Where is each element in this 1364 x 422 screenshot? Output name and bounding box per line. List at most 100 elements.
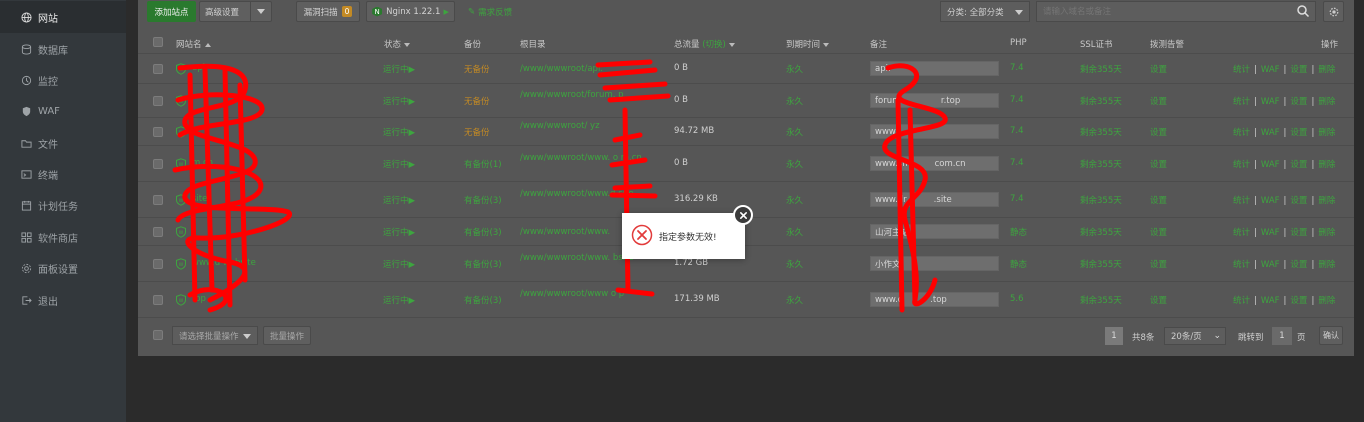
status-toggle[interactable]: 运行中▶ [383, 158, 415, 170]
shield-icon[interactable]: W [175, 126, 187, 138]
site-name-link[interactable]: site [192, 194, 207, 204]
site-name-link[interactable]: api. [192, 63, 208, 73]
expire-link[interactable]: 永久 [786, 126, 803, 138]
backup-link[interactable]: 无备份 [464, 95, 490, 107]
shield-icon[interactable]: W [175, 158, 187, 170]
sidebar-item-cron[interactable]: 计划任务 [0, 189, 126, 221]
search-input[interactable] [1036, 1, 1316, 22]
waf-link[interactable]: WAF [1261, 97, 1280, 107]
php-version-link[interactable]: 静态 [1010, 226, 1027, 238]
sidebar-item-terminal[interactable]: 终端 [0, 158, 126, 190]
delete-link[interactable]: 删除 [1318, 128, 1335, 138]
backup-link[interactable]: 无备份 [464, 126, 490, 138]
note-input[interactable] [870, 192, 999, 207]
traffic-switch-link[interactable]: (切换) [702, 40, 726, 50]
note-input[interactable] [870, 156, 999, 171]
backup-link[interactable]: 有备份(3) [464, 294, 502, 306]
waf-link[interactable]: WAF [1261, 228, 1280, 238]
nginx-button[interactable]: N Nginx 1.22.1 ▶ [366, 1, 455, 22]
page-current[interactable]: 1 [1105, 327, 1123, 345]
backup-link[interactable]: 有备份(3) [464, 194, 502, 206]
expire-link[interactable]: 永久 [786, 194, 803, 206]
alert-settings-link[interactable]: 设置 [1150, 63, 1167, 75]
row-checkbox[interactable] [153, 64, 163, 74]
ssl-link[interactable]: 剩余355天 [1080, 294, 1122, 306]
delete-link[interactable]: 删除 [1318, 296, 1335, 306]
settings-link[interactable]: 设置 [1290, 97, 1307, 107]
delete-link[interactable]: 删除 [1318, 196, 1335, 206]
delete-link[interactable]: 删除 [1318, 97, 1335, 107]
feedback-link[interactable]: ✎ 需求反馈 [468, 6, 512, 18]
category-select[interactable]: 分类: 全部分类 [940, 1, 1030, 22]
alert-settings-link[interactable]: 设置 [1150, 226, 1167, 238]
shield-icon[interactable]: W [175, 194, 187, 206]
batch-select[interactable]: 请选择批量操作 [172, 326, 258, 345]
column-settings-button[interactable] [1323, 1, 1344, 22]
ssl-link[interactable]: 剩余355天 [1080, 63, 1122, 75]
alert-settings-link[interactable]: 设置 [1150, 126, 1167, 138]
sidebar-item-files[interactable]: 文件 [0, 127, 126, 159]
header-site-name[interactable]: 网站名 [176, 38, 211, 50]
status-toggle[interactable]: 运行中▶ [383, 63, 415, 75]
per-page-select[interactable]: 20条/页 ⌄ [1164, 327, 1226, 345]
expire-link[interactable]: 永久 [786, 158, 803, 170]
status-toggle[interactable]: 运行中▶ [383, 194, 415, 206]
settings-link[interactable]: 设置 [1290, 228, 1307, 238]
sidebar-item-database[interactable]: 数据库 [0, 33, 126, 65]
sidebar-item-logout[interactable]: 退出 [0, 284, 126, 316]
root-path-link[interactable]: /www/wwwroot/www o p [520, 288, 666, 300]
root-path-link[interactable]: /www/wwwroot/api. [520, 63, 666, 75]
note-input[interactable] [870, 292, 999, 307]
advanced-settings-dropdown[interactable]: 高级设置 [199, 1, 272, 22]
note-input[interactable] [870, 256, 999, 271]
note-input[interactable] [870, 224, 999, 239]
settings-link[interactable]: 设置 [1290, 160, 1307, 170]
waf-link[interactable]: WAF [1261, 160, 1280, 170]
stats-link[interactable]: 统计 [1233, 160, 1250, 170]
sidebar-item-monitor[interactable]: 监控 [0, 64, 126, 96]
settings-link[interactable]: 设置 [1290, 196, 1307, 206]
waf-link[interactable]: WAF [1261, 128, 1280, 138]
note-input[interactable] [870, 124, 999, 139]
settings-link[interactable]: 设置 [1290, 128, 1307, 138]
batch-action-button[interactable]: 批量操作 [263, 326, 311, 345]
shield-icon[interactable]: W [175, 226, 187, 238]
row-checkbox[interactable] [153, 127, 163, 137]
expire-link[interactable]: 永久 [786, 95, 803, 107]
jump-input[interactable]: 1 [1272, 327, 1292, 345]
select-all-checkbox[interactable] [153, 37, 163, 47]
alert-settings-link[interactable]: 设置 [1150, 294, 1167, 306]
header-expire[interactable]: 到期时间 [786, 38, 830, 50]
row-checkbox[interactable] [153, 195, 163, 205]
delete-link[interactable]: 删除 [1318, 228, 1335, 238]
sidebar-item-appstore[interactable]: 软件商店 [0, 221, 126, 253]
php-version-link[interactable]: 7.4 [1010, 63, 1024, 73]
close-icon[interactable] [733, 205, 753, 225]
waf-link[interactable]: WAF [1261, 260, 1280, 270]
footer-select-all-checkbox[interactable] [153, 330, 163, 340]
settings-link[interactable]: 设置 [1290, 296, 1307, 306]
ssl-link[interactable]: 剩余355天 [1080, 126, 1122, 138]
stats-link[interactable]: 统计 [1233, 260, 1250, 270]
expire-link[interactable]: 永久 [786, 258, 803, 270]
settings-link[interactable]: 设置 [1290, 260, 1307, 270]
row-checkbox[interactable] [153, 159, 163, 169]
site-name-link[interactable]: www.d website [192, 258, 256, 268]
php-version-link[interactable]: 7.4 [1010, 126, 1024, 136]
header-status[interactable]: 状态 [384, 38, 411, 50]
root-path-link[interactable]: /www/wwwroot/www.d site [520, 188, 666, 200]
row-checkbox[interactable] [153, 227, 163, 237]
jump-confirm-button[interactable]: 确认 [1319, 326, 1343, 345]
header-traffic[interactable]: 总流量 (切换) [674, 38, 735, 50]
stats-link[interactable]: 统计 [1233, 196, 1250, 206]
shield-icon[interactable]: W [175, 294, 187, 306]
waf-link[interactable]: WAF [1261, 296, 1280, 306]
shield-icon[interactable]: W [175, 95, 187, 107]
backup-link[interactable]: 有备份(3) [464, 258, 502, 270]
alert-settings-link[interactable]: 设置 [1150, 158, 1167, 170]
settings-link[interactable]: 设置 [1290, 65, 1307, 75]
backup-link[interactable]: 无备份 [464, 63, 490, 75]
alert-settings-link[interactable]: 设置 [1150, 95, 1167, 107]
sidebar-item-waf[interactable]: WAF [0, 95, 126, 127]
backup-link[interactable]: 有备份(3) [464, 226, 502, 238]
